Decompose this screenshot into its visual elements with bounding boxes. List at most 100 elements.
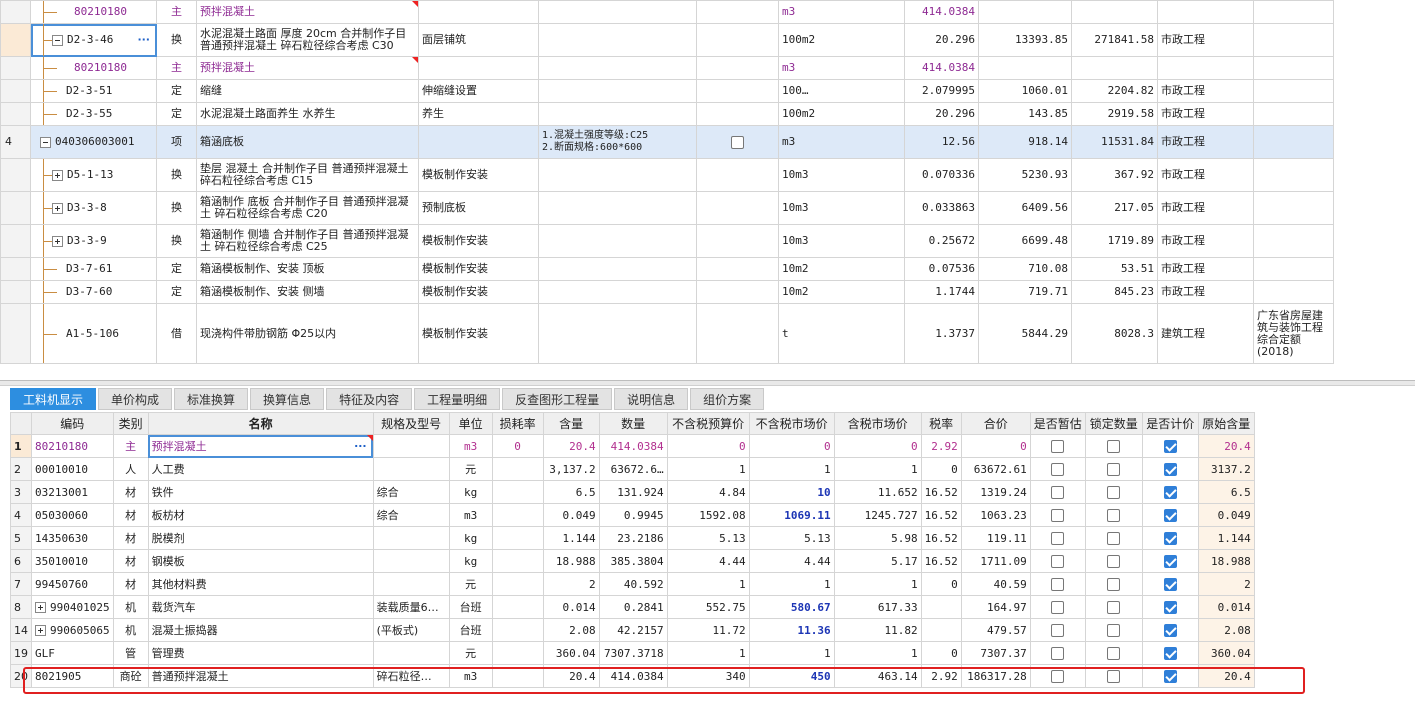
quota-row[interactable]: D3-3-8 换箱涵制作 底板 合并制作子目 普通预拌混凝土 碎石粒径综合考虑 C… [0, 191, 1334, 225]
unit-cell[interactable]: 10m2 [778, 257, 905, 281]
total-cell[interactable] [1071, 56, 1158, 80]
mkt-cell[interactable]: 580.67 [748, 595, 835, 619]
row-number[interactable]: 1 [10, 434, 32, 458]
desc-cell[interactable]: 模板制作安装 [418, 280, 539, 304]
price-check-cell[interactable] [1141, 434, 1199, 458]
loss-cell[interactable] [491, 641, 544, 665]
column-header[interactable]: 税率 [920, 412, 962, 435]
feature-cell[interactable] [538, 257, 697, 281]
quantity-cell[interactable]: 414.0384 [904, 0, 979, 24]
rate-cell[interactable]: 16.52 [920, 480, 962, 504]
rate-cell[interactable]: 0 [920, 457, 962, 481]
more-icon[interactable]: ··· [354, 440, 367, 453]
desc-cell[interactable] [418, 56, 539, 80]
spec-cell[interactable] [372, 434, 450, 458]
check-cell[interactable] [696, 79, 779, 103]
lock-check-cell[interactable] [1084, 526, 1143, 550]
spec-cell[interactable] [372, 549, 450, 573]
feature-cell[interactable] [538, 224, 697, 258]
lock-check-cell[interactable] [1084, 595, 1143, 619]
checkbox[interactable] [731, 135, 744, 149]
resource-row[interactable]: 6 35010010 材钢模板 kg 18.988 385.3804 4.44 4.44 5.1… [10, 549, 1255, 573]
orig-content-cell[interactable]: 0.049 [1197, 503, 1255, 527]
price-cell[interactable]: 6409.56 [978, 191, 1072, 225]
spec-cell[interactable]: (平板式) [372, 618, 450, 642]
name-cell[interactable]: 箱涵制作 侧墙 合并制作子目 普通预拌混凝土 碎石粒径综合考虑 C25 [196, 224, 419, 258]
price-cell[interactable]: 6699.48 [978, 224, 1072, 258]
checkbox[interactable] [1051, 485, 1065, 499]
desc-cell[interactable]: 面层铺筑 [418, 23, 539, 57]
price-cell[interactable]: 143.85 [978, 102, 1072, 126]
code-cell[interactable]: GLF [31, 641, 114, 665]
name-cell[interactable]: 其他材料费 [147, 572, 374, 596]
row-number[interactable]: 5 [10, 526, 32, 550]
row-number[interactable] [0, 0, 31, 24]
type-cell[interactable]: 人 [112, 457, 149, 481]
loss-cell[interactable] [491, 549, 544, 573]
quota-row[interactable]: D2-3-51 定缩缝 伸缩缝设置 100… 2.079995 1060.01 2204.8… [0, 79, 1334, 103]
unit-cell[interactable]: kg [448, 526, 493, 550]
price-check-cell[interactable] [1141, 457, 1199, 481]
major-cell[interactable]: 市政工程 [1157, 79, 1254, 103]
mkt-cell[interactable]: 11.36 [748, 618, 835, 642]
unit-cell[interactable]: 元 [448, 641, 493, 665]
type-cell[interactable]: 换 [156, 23, 197, 57]
checkbox[interactable] [1107, 646, 1121, 660]
unit-cell[interactable]: 台班 [448, 618, 493, 642]
checkbox[interactable] [1107, 554, 1121, 568]
quantity-cell[interactable]: 0.07536 [904, 257, 979, 281]
total-cell[interactable]: 1711.09 [960, 549, 1031, 573]
spec-cell[interactable] [372, 457, 450, 481]
rate-cell[interactable]: 16.52 [920, 549, 962, 573]
content-cell[interactable]: 0.049 [542, 503, 600, 527]
content-cell[interactable]: 1.144 [542, 526, 600, 550]
est-check-cell[interactable] [1029, 503, 1086, 527]
checkbox[interactable] [1051, 623, 1065, 637]
price-cell[interactable]: 710.08 [978, 257, 1072, 281]
orig-content-cell[interactable]: 360.04 [1197, 641, 1255, 665]
loss-cell[interactable] [491, 480, 544, 504]
price-cell[interactable]: 5230.93 [978, 158, 1072, 192]
quantity-cell[interactable]: 0.033863 [904, 191, 979, 225]
quota-row[interactable]: D3-7-61 定箱涵模板制作、安装 顶板 模板制作安装 10m2 0.07536 710… [0, 257, 1334, 281]
expand-icon[interactable] [52, 235, 63, 247]
code-cell[interactable]: D3-3-9 [30, 224, 157, 258]
major-cell[interactable] [1157, 56, 1254, 80]
type-cell[interactable]: 定 [156, 102, 197, 126]
est-check-cell[interactable] [1029, 664, 1086, 688]
orig-content-cell[interactable]: 0.014 [1197, 595, 1255, 619]
est-check-cell[interactable] [1029, 572, 1086, 596]
pre-cell[interactable]: 4.44 [666, 549, 750, 573]
pre-cell[interactable]: 552.75 [666, 595, 750, 619]
quota-row[interactable]: D2-3-46 ··· 换水泥混凝土路面 厚度 20cm 合并制作子目 普通预拌混凝… [0, 23, 1334, 57]
column-header[interactable]: 单位 [448, 412, 493, 435]
column-header[interactable]: 含量 [542, 412, 600, 435]
checkbox[interactable] [1051, 669, 1065, 683]
orig-content-cell[interactable]: 20.4 [1197, 664, 1255, 688]
type-cell[interactable]: 机 [112, 595, 149, 619]
desc-cell[interactable]: 模板制作安装 [418, 257, 539, 281]
check-cell[interactable] [696, 280, 779, 304]
code-cell[interactable]: 99450760 [31, 572, 114, 596]
total-cell[interactable]: 186317.28 [960, 664, 1031, 688]
check-cell[interactable] [696, 191, 779, 225]
note-cell[interactable]: 广东省房屋建筑与装饰工程综合定额(2018) [1253, 303, 1334, 364]
lock-check-cell[interactable] [1084, 549, 1143, 573]
mkt-cell[interactable]: 0 [748, 434, 835, 458]
quota-row[interactable]: A1-5-106 借现浇构件带肋钢筋 Φ25以内 模板制作安装 t 1.3737 5844… [0, 303, 1334, 364]
type-cell[interactable]: 主 [156, 56, 197, 80]
spec-cell[interactable]: 装载质量6… [372, 595, 450, 619]
pre-cell[interactable]: 5.13 [666, 526, 750, 550]
mkt_tax-cell[interactable]: 5.98 [833, 526, 922, 550]
price-check-cell[interactable] [1141, 664, 1199, 688]
name-cell[interactable]: 箱涵制作 底板 合并制作子目 普通预拌混凝土 碎石粒径综合考虑 C20 [196, 191, 419, 225]
total-cell[interactable]: 1319.24 [960, 480, 1031, 504]
name-cell[interactable]: 缩缝 [196, 79, 419, 103]
rate-cell[interactable] [920, 618, 962, 642]
unit-cell[interactable]: 10m3 [778, 158, 905, 192]
checkbox[interactable] [1107, 600, 1121, 614]
code-cell[interactable]: D2-3-51 [30, 79, 157, 103]
row-number[interactable] [0, 158, 31, 192]
column-header[interactable]: 规格及型号 [372, 412, 450, 435]
est-check-cell[interactable] [1029, 595, 1086, 619]
